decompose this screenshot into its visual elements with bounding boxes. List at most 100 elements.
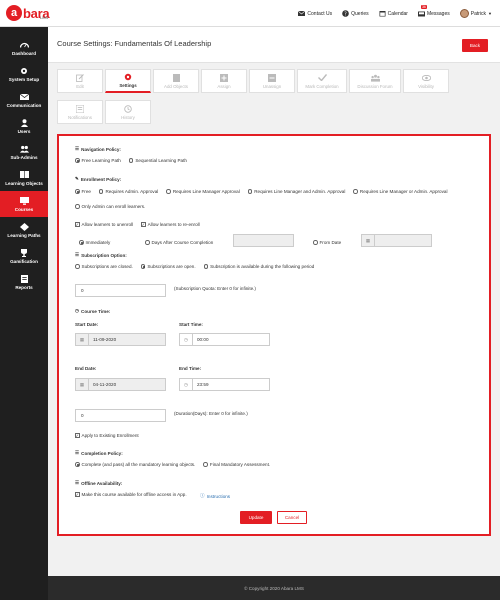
instructions-link[interactable]: ⓘ Instructions	[200, 493, 230, 499]
tab-visibility[interactable]: Visibility	[403, 69, 449, 93]
tab-discussion-forum[interactable]: Discussion Forum	[349, 69, 401, 93]
clock-icon: ◷	[75, 308, 80, 313]
page-header: Course Settings: Fundamentals Of Leaders…	[48, 27, 500, 63]
radio-enroll-free[interactable]: Free	[75, 189, 91, 194]
checkbox-box: ✓	[141, 221, 146, 227]
radio-indicator	[203, 264, 209, 269]
envelope-icon	[298, 10, 306, 17]
input-value: 04-11-2020	[93, 382, 117, 387]
sidebar-item-dashboard[interactable]: Dashboard	[0, 35, 48, 61]
radio-reenroll-immediately[interactable]: Immediately	[79, 240, 110, 245]
messages-badge: 36	[420, 5, 427, 9]
start-date-label: Start Date:	[75, 322, 99, 327]
subscription-options: Subscriptions are closed. Subscriptions …	[75, 264, 322, 269]
checkbox-apply-existing-enrollment[interactable]: ✓ Apply to Existing Enrollment	[75, 433, 139, 438]
radio-enroll-admin-approval[interactable]: Requires Admin. Approval	[98, 189, 158, 194]
checkbox-offline-access[interactable]: ✓ Make this course available for offline …	[75, 492, 187, 497]
gear-icon	[20, 67, 29, 75]
tab-add-objects[interactable]: Add Objects	[153, 69, 199, 93]
dashboard-icon	[19, 41, 29, 49]
tab-label: Assign	[217, 83, 231, 89]
radio-subscription-period[interactable]: Subscription is available during the fol…	[203, 264, 314, 269]
completion-policy-options: Complete (and pass) all the mandatory le…	[75, 462, 278, 467]
enrollment-policy-options: Free Requires Admin. Approval Requires L…	[75, 189, 447, 194]
sidebar-item-label: Dashboard	[12, 50, 36, 56]
info-icon: ⓘ	[200, 493, 205, 498]
sidebar-item-courses[interactable]: Courses	[0, 191, 48, 217]
tab-label: Visibility	[418, 83, 434, 89]
duration-days-input[interactable]: 0	[75, 409, 166, 422]
clock-icon: ◷	[180, 379, 193, 390]
tab-history[interactable]: History	[105, 100, 151, 124]
contact-us-link[interactable]: Contact Us	[298, 10, 332, 17]
queries-link[interactable]: ? Queries	[342, 10, 369, 17]
tab-notifications[interactable]: Notifications	[57, 100, 103, 124]
avatar	[459, 9, 469, 18]
sidebar-item-gamification[interactable]: Gamification	[0, 243, 48, 269]
radio-indicator	[75, 158, 80, 163]
days-after-input[interactable]	[233, 234, 294, 247]
subscription-quota-input[interactable]: 0	[75, 284, 166, 297]
radio-indicator	[353, 189, 358, 194]
tab-mark-completion[interactable]: Mark Completion	[297, 69, 347, 93]
subscription-option-label: Subscription Option:	[81, 252, 127, 258]
radio-enroll-line-or-admin[interactable]: Requires Line Manager or Admin. Approval	[353, 189, 447, 194]
radio-sequential-learning-path[interactable]: Sequential Learning Path	[128, 158, 187, 163]
settings-tabs: Edit Settings Add Objects Assign Unassig…	[48, 63, 500, 133]
tab-edit[interactable]: Edit	[57, 69, 103, 93]
option-label: Free	[81, 189, 91, 194]
radio-indicator	[313, 240, 318, 245]
chevron-down-icon: ▼	[488, 11, 492, 16]
tab-label: History	[121, 114, 135, 120]
tab-unassign[interactable]: Unassign	[249, 69, 295, 93]
messages-link[interactable]: 36 Messages	[417, 5, 450, 17]
plus-box-icon	[220, 73, 229, 82]
sidebar-item-system-setup[interactable]: System Setup	[0, 61, 48, 87]
input-value: 23:59	[197, 382, 209, 387]
tab-settings[interactable]: Settings	[105, 69, 151, 93]
sidebar-item-learning-objects[interactable]: Learning Objects	[0, 165, 48, 191]
radio-enroll-line-and-admin[interactable]: Requires Line Manager and Admin. Approva…	[247, 189, 345, 194]
update-button[interactable]: Update	[240, 511, 272, 524]
logo[interactable]: a bara	[6, 3, 50, 23]
radio-only-admin-enroll[interactable]: Only Admin can enroll learners.	[75, 204, 145, 209]
checkbox-allow-unenroll[interactable]: ✓ Allow learners to unenroll	[75, 222, 133, 227]
radio-indicator	[247, 189, 253, 194]
calendar-link[interactable]: Calendar	[379, 10, 408, 17]
checkbox-allow-reenroll[interactable]: ✓ Allow learners to re-enroll	[141, 222, 200, 227]
end-date-input[interactable]: ▦ 04-11-2020	[75, 378, 166, 391]
list-icon: ☰	[75, 480, 80, 485]
from-date-input[interactable]: ▦	[361, 234, 432, 247]
radio-enroll-line-manager[interactable]: Requires Line Manager Approval	[166, 189, 240, 194]
cancel-button[interactable]: Cancel	[277, 511, 307, 524]
radio-free-learning-path[interactable]: Free Learning Path	[75, 158, 121, 163]
radio-indicator	[128, 158, 134, 163]
sidebar-item-reports[interactable]: Reports	[0, 269, 48, 295]
end-time-input[interactable]: ◷ 23:59	[179, 378, 270, 391]
radio-complete-all-mandatory[interactable]: Complete (and pass) all the mandatory le…	[75, 462, 195, 467]
tab-label: Notifications	[68, 114, 92, 120]
edit-icon	[76, 73, 85, 82]
back-button[interactable]: Back	[462, 39, 488, 52]
tab-assign[interactable]: Assign	[201, 69, 247, 93]
page-title: Course Settings: Fundamentals Of Leaders…	[57, 39, 212, 48]
radio-from-date[interactable]: From Date	[313, 240, 341, 245]
sidebar-item-communication[interactable]: Communication	[0, 87, 48, 113]
radio-days-after-completion[interactable]: Days After Course Completion	[145, 240, 213, 245]
start-date-input[interactable]: ▦ 11-09-2020	[75, 333, 166, 346]
report-icon	[20, 274, 29, 283]
sub-admins-icon	[19, 145, 29, 153]
radio-final-mandatory-assessment[interactable]: Final Mandatory Assessment.	[203, 462, 270, 467]
radio-subscriptions-closed[interactable]: Subscriptions are closed.	[75, 264, 133, 269]
sidebar-item-label: Users	[17, 128, 31, 134]
sidebar-item-learning-paths[interactable]: Learning Paths	[0, 217, 48, 243]
radio-indicator	[75, 462, 80, 467]
start-time-input[interactable]: ◷ 00:00	[179, 333, 270, 346]
radio-subscriptions-open[interactable]: Subscriptions are open.	[140, 264, 196, 269]
sidebar-item-sub-admins[interactable]: Sub-Admins	[0, 139, 48, 165]
sidebar-item-users[interactable]: Users	[0, 113, 48, 139]
user-menu[interactable]: Patrick ▼	[459, 9, 492, 18]
tab-label: Add Objects	[164, 83, 188, 89]
top-bar: a bara LMS Contact Us ? Queries Calendar	[0, 0, 500, 27]
trophy-icon	[20, 248, 29, 257]
